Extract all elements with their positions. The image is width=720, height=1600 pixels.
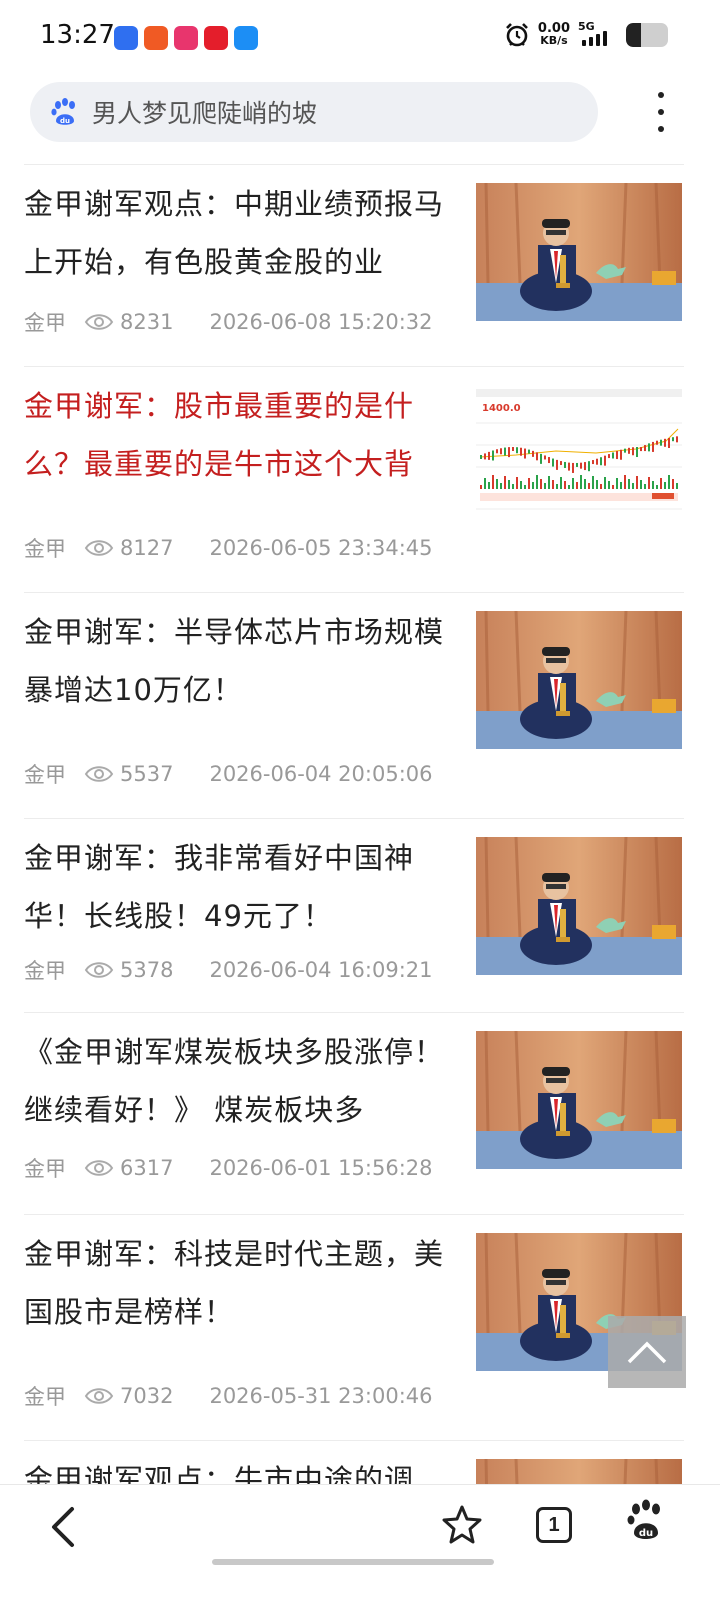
views-eye-icon <box>84 314 114 330</box>
article-thumbnail-video[interactable] <box>476 183 682 321</box>
article-item[interactable]: 金甲谢军：半导体芯片市场规模暴增达10万亿！ 金甲 5537 2026-06-04 2… <box>24 592 684 818</box>
article-views: 5537 <box>120 762 174 786</box>
signal-bar <box>582 40 586 46</box>
article-date: 2026-05-31 23:00:46 <box>209 1384 433 1408</box>
search-bar[interactable]: du 男人梦见爬陡峭的坡 <box>30 82 598 142</box>
status-indicators: 0.00 KB/s 5G <box>504 20 668 48</box>
article-thumbnail-chart[interactable]: 1400.0 <box>476 385 682 523</box>
battery-icon <box>626 23 668 47</box>
orange-app-icon <box>144 26 168 50</box>
baidu-app-icon <box>114 26 138 50</box>
views-eye-icon <box>84 962 114 978</box>
network-speed-unit: KB/s <box>540 34 568 47</box>
article-item[interactable]: 金甲谢军：股市最重要的是什么？最重要的是牛市这个大背 1400.0 金甲 8127 20… <box>24 366 684 592</box>
article-date: 2026-06-08 15:20:32 <box>209 310 433 334</box>
chevron-up-icon <box>627 1341 667 1364</box>
article-views: 7032 <box>120 1384 174 1408</box>
signal-bar <box>603 31 607 46</box>
article-meta: 金甲 8231 2026-06-08 15:20:32 <box>24 307 433 337</box>
status-time: 13:27 <box>40 20 115 50</box>
article-title[interactable]: 《金甲谢军煤炭板块多股涨停！继续看好！》 煤炭板块多 <box>24 1023 454 1139</box>
article-thumbnail-video[interactable] <box>476 837 682 975</box>
bottom-navigation: 1 du <box>0 1484 720 1600</box>
article-item[interactable]: 金甲谢军观点：中期业绩预报马上开始，有色股黄金股的业金甲 8231 2026-06-… <box>24 164 684 366</box>
article-item[interactable]: 金甲谢军：科技是时代主题，美国股市是榜样！ 金甲 7032 2026-05-31 23… <box>24 1214 684 1440</box>
article-thumbnail-video[interactable] <box>476 611 682 749</box>
pink-app-icon <box>174 26 198 50</box>
views-eye-icon <box>84 540 114 556</box>
signal-bar <box>589 37 593 46</box>
back-to-top-button[interactable] <box>608 1316 686 1388</box>
article-item[interactable]: 金甲谢军观点：牛市中途的调 <box>24 1440 684 1484</box>
article-meta: 金甲 6317 2026-06-01 15:56:28 <box>24 1153 433 1183</box>
article-title[interactable]: 金甲谢军：我非常看好中国神华！长线股！49元了！ <box>24 829 454 945</box>
article-thumbnail-video[interactable] <box>476 1031 682 1169</box>
star-icon[interactable] <box>440 1503 484 1547</box>
signal-bar <box>596 34 600 46</box>
article-author: 金甲 <box>24 1385 66 1409</box>
article-author: 金甲 <box>24 1157 66 1181</box>
views-eye-icon <box>84 1160 114 1176</box>
article-author: 金甲 <box>24 763 66 787</box>
article-date: 2026-06-01 15:56:28 <box>209 1156 433 1180</box>
article-feed: 金甲谢军观点：中期业绩预报马上开始，有色股黄金股的业金甲 8231 2026-06-… <box>0 164 720 1484</box>
battery-level <box>626 23 641 47</box>
views-eye-icon <box>84 1388 114 1404</box>
views-eye-icon <box>84 766 114 782</box>
baidu-paw-icon[interactable]: du <box>626 1499 666 1543</box>
blue-app-icon <box>234 26 258 50</box>
tabs-button[interactable]: 1 <box>536 1507 572 1543</box>
search-query[interactable]: 男人梦见爬陡峭的坡 <box>92 94 317 130</box>
more-menu-button[interactable] <box>648 92 674 132</box>
article-item[interactable]: 金甲谢军：我非常看好中国神华！长线股！49元了！ 金甲 5378 2026-06-04… <box>24 818 684 1012</box>
status-bar: 13:27 0.00 KB/s 5G <box>0 0 720 76</box>
home-indicator[interactable] <box>212 1559 494 1565</box>
article-title[interactable]: 金甲谢军：股市最重要的是什么？最重要的是牛市这个大背 <box>24 377 454 493</box>
article-views: 5378 <box>120 958 174 982</box>
article-title[interactable]: 金甲谢军观点：中期业绩预报马上开始，有色股黄金股的业 <box>24 175 454 291</box>
baidu-paw-icon: du <box>51 98 75 125</box>
article-item[interactable]: 《金甲谢军煤炭板块多股涨停！继续看好！》 煤炭板块多金甲 6317 2026-06-… <box>24 1012 684 1214</box>
article-date: 2026-06-04 16:09:21 <box>209 958 433 982</box>
chart-thumb-value: 1400.0 <box>482 403 521 414</box>
network-speed: 0.00 KB/s <box>538 22 570 47</box>
article-views: 6317 <box>120 1156 174 1180</box>
status-app-icons <box>114 26 258 50</box>
svg-text:du: du <box>639 1528 653 1539</box>
article-meta: 金甲 5537 2026-06-04 20:05:06 <box>24 759 433 789</box>
article-thumbnail-video[interactable] <box>476 1459 682 1484</box>
signal-strength-icon: 5G <box>578 20 618 48</box>
svg-text:du: du <box>60 117 70 125</box>
article-title[interactable]: 金甲谢军：半导体芯片市场规模暴增达10万亿！ <box>24 603 454 719</box>
article-meta: 金甲 8127 2026-06-05 23:34:45 <box>24 533 433 563</box>
article-date: 2026-06-04 20:05:06 <box>209 762 433 786</box>
article-author: 金甲 <box>24 959 66 983</box>
article-meta: 金甲 7032 2026-05-31 23:00:46 <box>24 1381 433 1411</box>
article-title[interactable]: 金甲谢军观点：牛市中途的调 <box>24 1451 454 1484</box>
article-views: 8127 <box>120 536 174 560</box>
back-arrow-icon[interactable] <box>44 1505 84 1549</box>
article-author: 金甲 <box>24 537 66 561</box>
article-meta: 金甲 5378 2026-06-04 16:09:21 <box>24 955 433 985</box>
article-title[interactable]: 金甲谢军：科技是时代主题，美国股市是榜样！ <box>24 1225 454 1341</box>
article-author: 金甲 <box>24 311 66 335</box>
article-date: 2026-06-05 23:34:45 <box>209 536 433 560</box>
alarm-clock-icon <box>506 23 528 47</box>
article-views: 8231 <box>120 310 174 334</box>
red-app-icon <box>204 26 228 50</box>
